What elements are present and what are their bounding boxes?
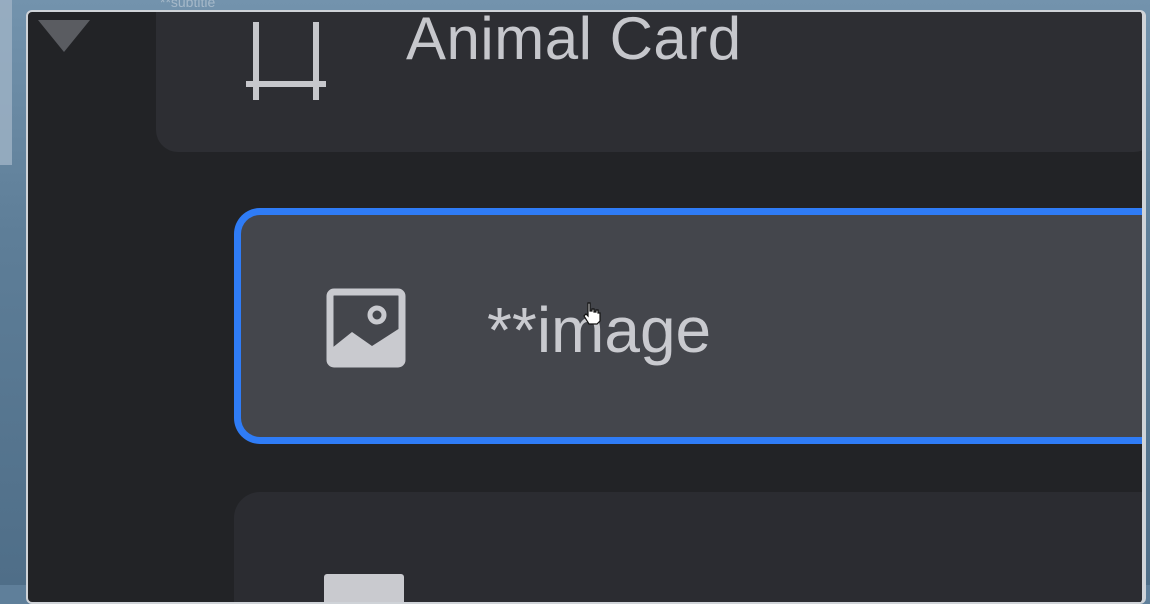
collapse-arrow-icon[interactable] [38,20,90,52]
frame-icon [246,22,326,100]
layer-item-animal-card[interactable]: Animal Card [156,10,1142,152]
layers-panel: Animal Card **image [26,10,1146,604]
background-window-edge [0,0,12,165]
background-subtitle-text: **subtitle [160,0,216,10]
hand-cursor-icon [583,302,601,325]
text-icon [324,574,404,602]
layer-label: Animal Card [406,10,742,72]
layer-item-next[interactable] [234,492,1142,602]
layer-item-image[interactable]: **image [234,208,1142,444]
image-icon [326,288,406,368]
